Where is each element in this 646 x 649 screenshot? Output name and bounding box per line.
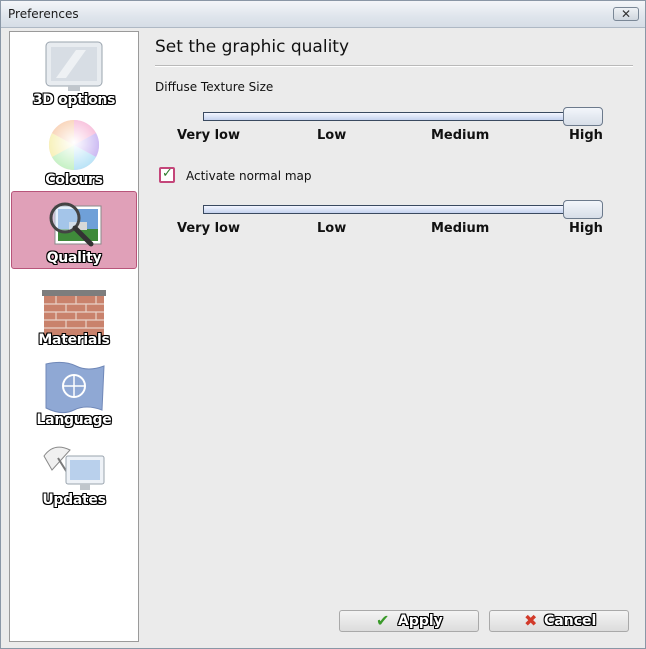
sidebar-item-label: Language — [36, 412, 112, 428]
slider-track[interactable] — [203, 112, 603, 121]
tick-label: High — [569, 128, 603, 143]
satellite-dish-icon — [43, 446, 105, 490]
close-icon: ✕ — [620, 7, 632, 21]
un-flag-icon — [45, 361, 105, 414]
apply-button[interactable]: ✔ Apply — [339, 610, 479, 632]
sidebar-item-label: Materials — [38, 332, 110, 348]
close-button[interactable]: ✕ — [613, 7, 639, 21]
tick-label: Medium — [431, 221, 490, 236]
color-wheel-icon — [48, 119, 100, 171]
checkmark-icon: ✓ — [162, 166, 173, 181]
slider-track[interactable] — [203, 205, 603, 214]
tick-label: Low — [317, 128, 347, 143]
sidebar-item-materials[interactable]: Materials — [11, 274, 137, 352]
sidebar-item-language[interactable]: Language — [11, 354, 137, 432]
cancel-button-label: Cancel — [544, 613, 597, 629]
sidebar-item-quality[interactable]: Quality — [11, 191, 137, 269]
slider-thumb[interactable] — [563, 107, 603, 126]
apply-button-label: Apply — [398, 613, 443, 629]
sidebar-item-colours[interactable]: Colours — [11, 114, 137, 192]
main-panel: Set the graphic quality Diffuse Texture … — [141, 31, 641, 642]
sidebar-item-updates[interactable]: Updates — [11, 434, 137, 512]
page-title: Set the graphic quality — [155, 37, 350, 57]
normal-map-checkbox[interactable]: ✓ — [159, 166, 175, 183]
window-title: Preferences — [8, 7, 79, 21]
diffuse-texture-label: Diffuse Texture Size — [155, 80, 274, 94]
tick-label: Very low — [177, 221, 240, 236]
x-icon: ✖ — [524, 611, 538, 630]
heading-divider-highlight — [155, 66, 633, 67]
sidebar-item-3d-options[interactable]: 3D options — [11, 34, 137, 112]
slider-thumb[interactable] — [563, 200, 603, 219]
sidebar-item-label: Quality — [46, 250, 102, 266]
monitor-icon — [45, 41, 103, 91]
preferences-window: Preferences ✕ 3D options Colours Quality… — [0, 0, 646, 649]
cancel-button[interactable]: ✖ Cancel — [489, 610, 629, 632]
tick-label: Very low — [177, 128, 240, 143]
sidebar-item-label: 3D options — [32, 92, 116, 108]
sidebar: 3D options Colours Quality Materials Lan… — [9, 31, 139, 642]
normal-map-slider[interactable] — [203, 200, 603, 220]
sidebar-item-label: Updates — [42, 492, 106, 508]
sidebar-item-label: Colours — [45, 172, 103, 188]
title-bar[interactable]: Preferences ✕ — [1, 1, 645, 28]
tick-label: High — [569, 221, 603, 236]
tick-label: Medium — [431, 128, 490, 143]
tick-label: Low — [317, 221, 347, 236]
brick-wall-icon — [42, 290, 106, 336]
check-icon: ✔ — [376, 611, 390, 630]
normal-map-label[interactable]: Activate normal map — [186, 169, 312, 183]
diffuse-texture-slider[interactable] — [203, 107, 603, 127]
magnifier-picture-icon — [49, 202, 102, 247]
